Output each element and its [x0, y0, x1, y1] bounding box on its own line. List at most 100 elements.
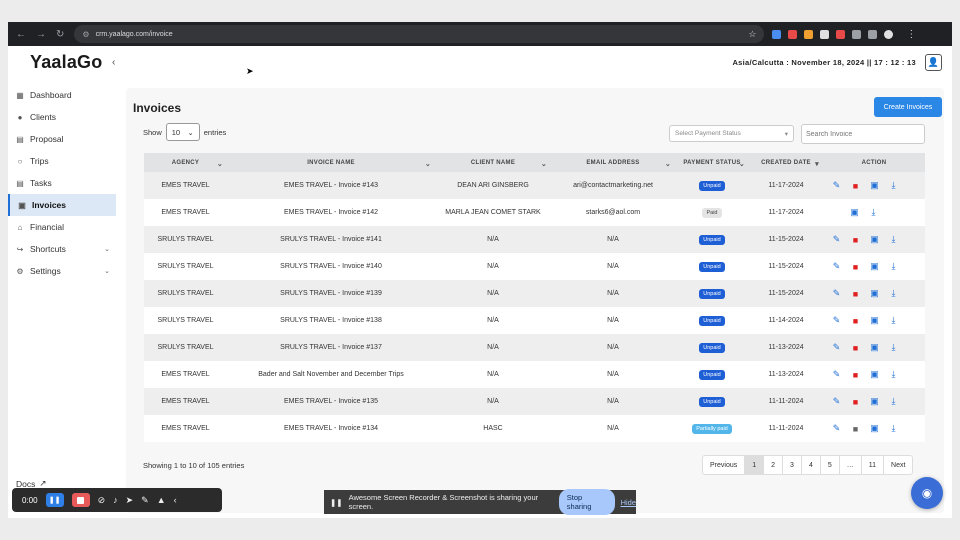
stop-recording-button[interactable]: [71, 493, 90, 507]
column-header-email[interactable]: EMAIL ADDRESS ⌄: [551, 153, 675, 172]
document-icon[interactable]: ▣: [869, 234, 880, 245]
delete-icon[interactable]: ■: [850, 423, 861, 434]
browser-menu-icon[interactable]: ⋮: [906, 29, 916, 40]
table-row[interactable]: EMES TRAVEL EMES TRAVEL - Invoice #143 D…: [144, 172, 925, 199]
extension-icon[interactable]: [788, 29, 798, 39]
table-row[interactable]: EMES TRAVEL EMES TRAVEL - Invoice #134 H…: [144, 415, 925, 442]
delete-icon[interactable]: ■: [850, 315, 861, 326]
download-icon[interactable]: ⤓: [888, 315, 899, 326]
column-header-payment-status[interactable]: PAYMENT STATUS ⌄: [675, 153, 749, 172]
delete-icon[interactable]: ■: [850, 342, 861, 353]
delete-icon[interactable]: ■: [850, 261, 861, 272]
mic-off-icon[interactable]: ♪: [113, 495, 118, 505]
download-icon[interactable]: ⤓: [888, 288, 899, 299]
document-icon[interactable]: ▣: [869, 288, 880, 299]
chat-button[interactable]: ◉: [911, 477, 943, 509]
table-row[interactable]: EMES TRAVEL EMES TRAVEL - Invoice #142 M…: [144, 199, 925, 226]
page-button[interactable]: 3: [783, 456, 802, 474]
puzzle-icon[interactable]: [852, 29, 862, 39]
search-input[interactable]: [801, 124, 925, 144]
pen-icon[interactable]: ✎: [141, 495, 149, 506]
sidebar-item-clients[interactable]: ● Clients: [8, 106, 116, 128]
payment-status-filter[interactable]: Select Payment Status ▾: [669, 125, 794, 142]
download-icon[interactable]: ⤓: [888, 342, 899, 353]
edit-icon[interactable]: ✎: [831, 180, 842, 191]
download-icon[interactable]: ⤓: [888, 261, 899, 272]
sidebar-item-financial[interactable]: ⌂ Financial: [8, 216, 116, 238]
pointer-icon[interactable]: ➤: [126, 495, 134, 506]
document-icon[interactable]: ▣: [869, 396, 880, 407]
sidebar-item-shortcuts[interactable]: ↪ Shortcuts ⌄: [8, 238, 116, 260]
document-icon[interactable]: ▣: [869, 423, 880, 434]
brand-logo[interactable]: YaalaGo: [30, 52, 102, 73]
bookmark-star-icon[interactable]: ☆: [748, 29, 756, 40]
edit-icon[interactable]: ✎: [831, 315, 842, 326]
address-bar[interactable]: ⚙ crm.yaalago.com/invoice ☆: [74, 25, 765, 43]
page-button[interactable]: 11: [862, 456, 885, 474]
table-row[interactable]: EMES TRAVEL EMES TRAVEL - Invoice #135 N…: [144, 388, 925, 415]
document-icon[interactable]: ▣: [869, 261, 880, 272]
download-icon[interactable]: ⤓: [868, 207, 879, 218]
extension-icon[interactable]: [820, 29, 830, 39]
download-icon[interactable]: ⤓: [888, 234, 899, 245]
document-icon[interactable]: ▣: [869, 180, 880, 191]
edit-icon[interactable]: ✎: [831, 369, 842, 380]
page-button[interactable]: 2: [764, 456, 784, 474]
extension-icon[interactable]: [772, 29, 782, 39]
create-invoice-button[interactable]: Create Invoices: [874, 97, 942, 117]
highlighter-icon[interactable]: ▲: [157, 495, 166, 505]
delete-icon[interactable]: ■: [850, 180, 861, 191]
edit-icon[interactable]: ✎: [831, 342, 842, 353]
collapse-sidebar-icon[interactable]: ‹: [112, 57, 115, 68]
document-icon[interactable]: ▣: [849, 207, 860, 218]
collapse-toolbar-icon[interactable]: ‹: [174, 495, 177, 505]
extension-icon[interactable]: [836, 29, 846, 39]
download-icon[interactable]: ⤓: [888, 369, 899, 380]
page-button[interactable]: 5: [821, 456, 840, 474]
document-icon[interactable]: ▣: [869, 315, 880, 326]
page-button[interactable]: 1: [745, 456, 765, 474]
table-row[interactable]: SRULYS TRAVEL SRULYS TRAVEL - Invoice #1…: [144, 226, 925, 253]
download-icon[interactable]: ⤓: [888, 396, 899, 407]
sidebar-item-settings[interactable]: ⚙ Settings ⌄: [8, 260, 116, 282]
camera-off-icon[interactable]: ⊘: [98, 495, 106, 506]
sidebar-item-trips[interactable]: ○ Trips: [8, 150, 116, 172]
sidebar-item-tasks[interactable]: ▤ Tasks: [8, 172, 116, 194]
next-page-button[interactable]: Next: [884, 456, 912, 474]
user-menu-button[interactable]: 👤: [925, 54, 942, 71]
column-header-invoice-name[interactable]: INVOICE NAME ⌄: [227, 153, 435, 172]
delete-icon[interactable]: ■: [850, 234, 861, 245]
download-icon[interactable]: [868, 29, 878, 39]
edit-icon[interactable]: ✎: [831, 234, 842, 245]
hide-banner-link[interactable]: Hide: [621, 498, 636, 507]
edit-icon[interactable]: ✎: [831, 261, 842, 272]
pause-button[interactable]: ❚❚: [45, 493, 64, 507]
delete-icon[interactable]: ■: [850, 369, 861, 380]
sidebar-item-proposal[interactable]: ▤ Proposal: [8, 128, 116, 150]
forward-icon[interactable]: →: [36, 29, 46, 40]
previous-page-button[interactable]: Previous: [703, 456, 746, 474]
edit-icon[interactable]: ✎: [831, 288, 842, 299]
download-icon[interactable]: ⤓: [888, 180, 899, 191]
column-header-client-name[interactable]: CLIENT NAME ⌄: [435, 153, 551, 172]
delete-icon[interactable]: ■: [850, 288, 861, 299]
column-header-agency[interactable]: AGENCY ⌄: [144, 153, 227, 172]
sidebar-item-dashboard[interactable]: ▦ Dashboard: [8, 84, 116, 106]
back-icon[interactable]: ←: [16, 29, 26, 40]
site-info-icon[interactable]: ⚙: [82, 30, 89, 39]
delete-icon[interactable]: ■: [850, 396, 861, 407]
document-icon[interactable]: ▣: [869, 369, 880, 380]
edit-icon[interactable]: ✎: [831, 423, 842, 434]
table-row[interactable]: SRULYS TRAVEL SRULYS TRAVEL - Invoice #1…: [144, 307, 925, 334]
column-header-created-date[interactable]: CREATED DATE ▾: [749, 153, 823, 172]
download-icon[interactable]: ⤓: [888, 423, 899, 434]
extension-icon[interactable]: [804, 29, 814, 39]
reload-icon[interactable]: ↻: [56, 29, 64, 40]
profile-icon[interactable]: [884, 29, 894, 39]
sidebar-item-invoices[interactable]: ▣ Invoices: [8, 194, 116, 216]
table-row[interactable]: SRULYS TRAVEL SRULYS TRAVEL - Invoice #1…: [144, 253, 925, 280]
page-size-select[interactable]: 10 ⌄: [165, 123, 200, 141]
edit-icon[interactable]: ✎: [831, 396, 842, 407]
table-row[interactable]: EMES TRAVEL Bader and Salt November and …: [144, 361, 925, 388]
table-row[interactable]: SRULYS TRAVEL SRULYS TRAVEL - Invoice #1…: [144, 334, 925, 361]
